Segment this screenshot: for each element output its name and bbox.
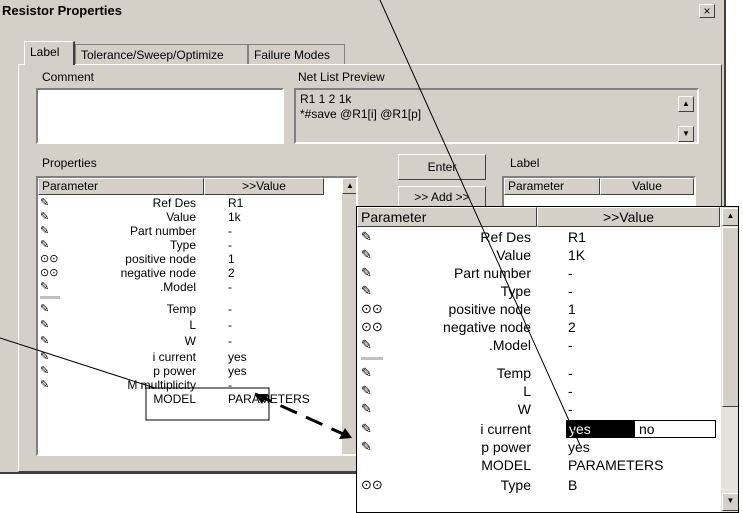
callout-highlight-box [145, 387, 270, 421]
callout-lines [0, 0, 581, 446]
callout-pointer-line [379, 0, 581, 446]
callout-dashed-arrow [254, 392, 353, 440]
callout-left-line [0, 337, 156, 389]
